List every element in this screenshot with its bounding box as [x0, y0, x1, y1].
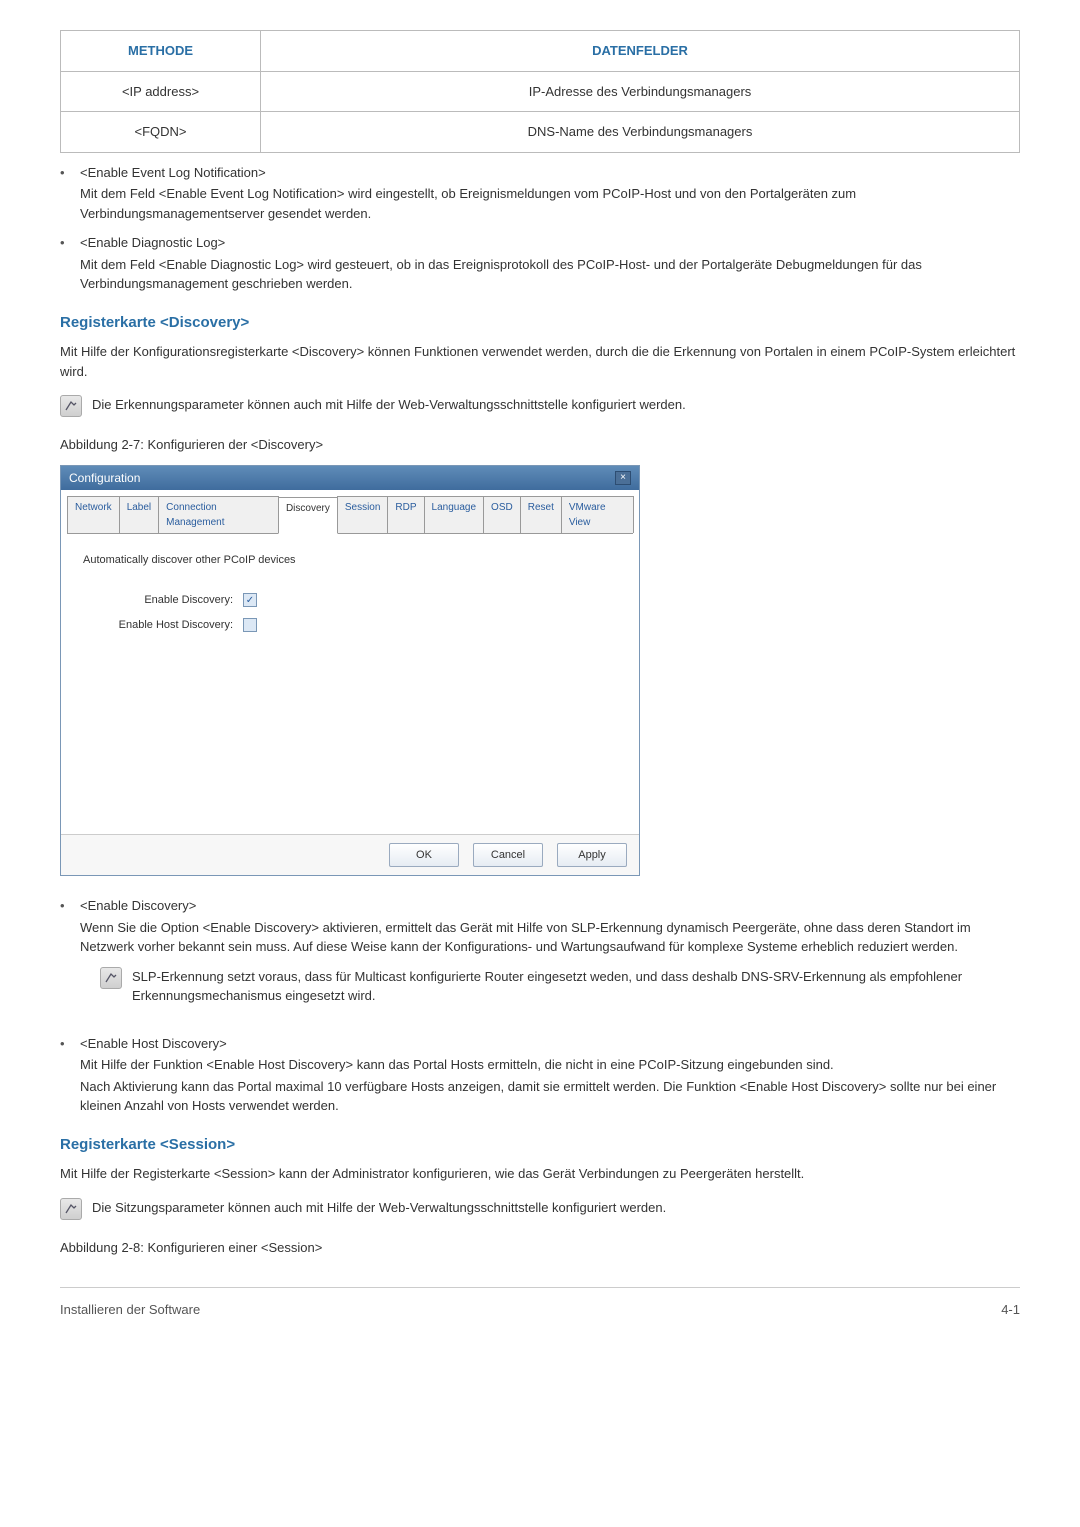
- dialog-footer: OK Cancel Apply: [61, 834, 639, 876]
- list-item-title: <Enable Discovery>: [80, 896, 1020, 916]
- note-text: Die Erkennungsparameter können auch mit …: [92, 395, 1020, 415]
- table-row: <FQDN> DNS-Name des Verbindungsmanagers: [61, 112, 1020, 153]
- tab-session[interactable]: Session: [337, 496, 389, 533]
- list-item: • <Enable Host Discovery> Mit Hilfe der …: [60, 1034, 1020, 1116]
- checkbox-enable-host-discovery[interactable]: [243, 618, 257, 632]
- footer-left: Installieren der Software: [60, 1300, 200, 1320]
- tab-osd[interactable]: OSD: [483, 496, 521, 533]
- table-cell-field: IP-Adresse des Verbindungsmanagers: [261, 71, 1020, 112]
- discovery-caption: Abbildung 2-7: Konfigurieren der <Discov…: [60, 435, 1020, 455]
- discovery-bullet-list: • <Enable Discovery> Wenn Sie die Option…: [60, 896, 1020, 1116]
- tab-reset[interactable]: Reset: [520, 496, 562, 533]
- session-intro: Mit Hilfe der Registerkarte <Session> ka…: [60, 1164, 1020, 1184]
- discovery-heading: Registerkarte <Discovery>: [60, 312, 1020, 335]
- tab-rdp[interactable]: RDP: [387, 496, 424, 533]
- session-caption: Abbildung 2-8: Konfigurieren einer <Sess…: [60, 1238, 1020, 1258]
- cm-bullet-list: • <Enable Event Log Notification> Mit de…: [60, 163, 1020, 294]
- discovery-intro: Mit Hilfe der Konfigurationsregisterkart…: [60, 342, 1020, 381]
- list-item-title: <Enable Diagnostic Log>: [80, 233, 1020, 253]
- table-header-method: METHODE: [61, 31, 261, 72]
- tab-vmware-view[interactable]: VMware View: [561, 496, 634, 533]
- list-item-title: <Enable Host Discovery>: [80, 1034, 1020, 1054]
- form-label: Enable Discovery:: [83, 592, 243, 609]
- bullet-icon: •: [60, 163, 80, 183]
- cancel-button[interactable]: Cancel: [473, 843, 543, 868]
- note-icon: [60, 1198, 82, 1220]
- table-header-fields: DATENFELDER: [261, 31, 1020, 72]
- dialog-tabs: Network Label Connection Management Disc…: [67, 496, 633, 534]
- dialog-subhead: Automatically discover other PCoIP devic…: [83, 552, 617, 569]
- footer-right: 4-1: [1001, 1300, 1020, 1320]
- list-item-desc2: Nach Aktivierung kann das Portal maximal…: [80, 1077, 1020, 1116]
- note-icon: [60, 395, 82, 417]
- dialog-title: Configuration: [69, 469, 140, 487]
- list-item-desc: Mit dem Feld <Enable Event Log Notificat…: [80, 184, 1020, 223]
- dialog-titlebar: Configuration ×: [61, 466, 639, 490]
- nested-note: SLP-Erkennung setzt voraus, dass für Mul…: [100, 967, 1020, 1006]
- configuration-dialog: Configuration × Network Label Connection…: [60, 465, 640, 877]
- list-item: • <Enable Discovery> Wenn Sie die Option…: [60, 896, 1020, 1024]
- form-label: Enable Host Discovery:: [83, 617, 243, 634]
- form-row-enable-host-discovery: Enable Host Discovery:: [83, 617, 617, 634]
- bullet-icon: •: [60, 1034, 80, 1054]
- table-cell-method: <IP address>: [61, 71, 261, 112]
- apply-button[interactable]: Apply: [557, 843, 627, 868]
- discovery-note: Die Erkennungsparameter können auch mit …: [60, 395, 1020, 417]
- session-note: Die Sitzungsparameter können auch mit Hi…: [60, 1198, 1020, 1220]
- tab-discovery[interactable]: Discovery: [278, 497, 338, 534]
- list-item: • <Enable Event Log Notification> Mit de…: [60, 163, 1020, 224]
- bullet-icon: •: [60, 896, 80, 916]
- tab-connection-management[interactable]: Connection Management: [158, 496, 279, 533]
- list-item-title: <Enable Event Log Notification>: [80, 163, 1020, 183]
- note-icon: [100, 967, 122, 989]
- tab-network[interactable]: Network: [67, 496, 120, 533]
- checkbox-enable-discovery[interactable]: ✓: [243, 593, 257, 607]
- dialog-body: Automatically discover other PCoIP devic…: [61, 534, 639, 834]
- table-cell-method: <FQDN>: [61, 112, 261, 153]
- table-cell-field: DNS-Name des Verbindungsmanagers: [261, 112, 1020, 153]
- page-footer: Installieren der Software 4-1: [60, 1287, 1020, 1320]
- session-heading: Registerkarte <Session>: [60, 1134, 1020, 1157]
- tab-label[interactable]: Label: [119, 496, 159, 533]
- list-item-desc: Wenn Sie die Option <Enable Discovery> a…: [80, 918, 1020, 957]
- form-row-enable-discovery: Enable Discovery: ✓: [83, 592, 617, 609]
- methods-table: METHODE DATENFELDER <IP address> IP-Adre…: [60, 30, 1020, 153]
- tab-language[interactable]: Language: [424, 496, 485, 533]
- note-text: SLP-Erkennung setzt voraus, dass für Mul…: [132, 967, 1020, 1006]
- note-text: Die Sitzungsparameter können auch mit Hi…: [92, 1198, 1020, 1218]
- table-row: <IP address> IP-Adresse des Verbindungsm…: [61, 71, 1020, 112]
- close-icon[interactable]: ×: [615, 471, 631, 485]
- list-item: • <Enable Diagnostic Log> Mit dem Feld <…: [60, 233, 1020, 294]
- ok-button[interactable]: OK: [389, 843, 459, 868]
- list-item-desc: Mit Hilfe der Funktion <Enable Host Disc…: [80, 1055, 1020, 1075]
- bullet-icon: •: [60, 233, 80, 253]
- list-item-desc: Mit dem Feld <Enable Diagnostic Log> wir…: [80, 255, 1020, 294]
